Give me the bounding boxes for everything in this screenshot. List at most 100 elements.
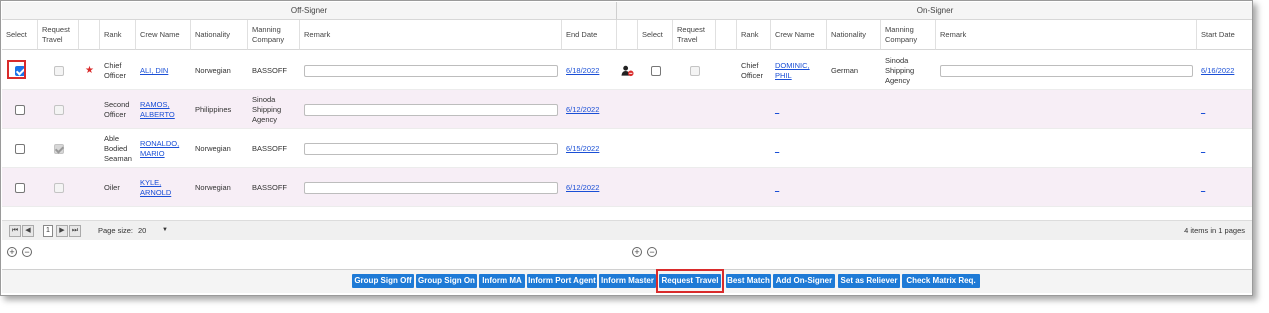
inform-master-button[interactable]: Inform Master xyxy=(599,274,656,288)
request-travel-checkbox xyxy=(53,104,64,115)
col-nationality-off[interactable]: Nationality xyxy=(191,20,248,50)
prev-page-button[interactable]: ◀ xyxy=(22,225,34,237)
rank-cell: Second Officer xyxy=(104,99,130,119)
select-checkbox[interactable] xyxy=(15,182,25,193)
manning-company-cell: Sinoda Shipping Agency xyxy=(252,94,282,124)
start-date-link[interactable]: 6/16/2022 xyxy=(1201,66,1234,76)
crew-name-link[interactable]: RONALDO, MARIO xyxy=(140,139,187,159)
col-remark-off[interactable]: Remark xyxy=(300,20,562,50)
end-date-link[interactable]: 6/15/2022 xyxy=(566,144,599,154)
start-date-link[interactable]: _ xyxy=(1201,183,1205,193)
on-signer-group-header: On-Signer xyxy=(617,2,1252,20)
off-signer-group-header: Off-Signer xyxy=(2,2,617,20)
col-rank-off[interactable]: Rank xyxy=(100,20,136,50)
crew-grid: Off-Signer On-Signer Select Request Trav… xyxy=(2,2,1252,240)
select-checkbox[interactable] xyxy=(15,143,25,154)
on-nationality-cell: German xyxy=(831,65,859,75)
page-size-label: Page size: xyxy=(98,226,134,235)
end-date-link[interactable]: 6/12/2022 xyxy=(566,105,599,115)
nationality-cell: Norwegian xyxy=(195,143,231,153)
manning-company-cell: BASSOFF xyxy=(252,143,288,153)
col-nationality-on[interactable]: Nationality xyxy=(827,20,881,50)
manning-company-cell: BASSOFF xyxy=(252,65,288,75)
plus-circle-icon[interactable]: + xyxy=(7,247,17,257)
request-travel-checkbox xyxy=(53,65,64,76)
remark-input[interactable] xyxy=(304,181,558,194)
on-manning-company-cell: Sinoda Shipping Agency xyxy=(885,55,915,85)
col-crew-name-on[interactable]: Crew Name xyxy=(771,20,827,50)
first-page-button[interactable]: ⏮ xyxy=(9,225,21,237)
col-request-travel-off[interactable]: Request Travel xyxy=(38,20,79,50)
col-select-on[interactable]: Select xyxy=(638,20,673,50)
on-crew-name-link[interactable]: _ xyxy=(775,183,779,193)
table-row: ★ Chief Officer ALI, DIN Norwegian BASSO… xyxy=(2,51,1252,90)
next-page-button[interactable]: ▶ xyxy=(56,225,68,237)
col-flag-off xyxy=(79,20,100,50)
pager-summary: 4 items in 1 pages xyxy=(1184,226,1245,235)
end-date-link[interactable]: 6/18/2022 xyxy=(566,66,599,76)
add-on-signer-button[interactable]: Add On-Signer xyxy=(773,274,835,288)
last-page-button[interactable]: ⏭ xyxy=(69,225,81,237)
red-star-icon: ★ xyxy=(85,64,94,76)
crew-change-panel: Off-Signer On-Signer Select Request Trav… xyxy=(0,0,1253,296)
page-size-value: 20 xyxy=(138,226,147,235)
remark-input[interactable] xyxy=(304,142,558,155)
on-rank-cell: Chief Officer xyxy=(741,60,763,80)
manning-company-cell: BASSOFF xyxy=(252,182,288,192)
nationality-cell: Philippines xyxy=(195,104,232,114)
page-size-select[interactable]: 20 ▼ xyxy=(135,224,171,237)
start-date-link[interactable]: _ xyxy=(1201,144,1205,154)
plus-circle-icon[interactable]: + xyxy=(632,247,642,257)
group-sign-on-button[interactable]: Group Sign On xyxy=(416,274,477,288)
end-date-link[interactable]: 6/12/2022 xyxy=(566,183,599,193)
table-row: Able Bodied Seaman RONALDO, MARIO Norweg… xyxy=(2,129,1252,168)
table-row: Oiler KYLE, ARNOLD Norwegian BASSOFF 6/1… xyxy=(2,168,1252,207)
inform-ma-button[interactable]: Inform MA xyxy=(479,274,525,288)
col-select-off[interactable]: Select xyxy=(2,20,38,50)
on-remark-input[interactable] xyxy=(940,64,1193,77)
rank-cell: Oiler xyxy=(104,182,120,192)
group-sign-off-button[interactable]: Group Sign Off xyxy=(352,274,414,288)
set-as-reliever-button[interactable]: Set as Reliever xyxy=(838,274,900,288)
page-number[interactable]: 1 xyxy=(43,225,53,237)
col-manning-company-off[interactable]: Manning Company xyxy=(248,20,300,50)
crew-name-link[interactable]: KYLE, ARNOLD xyxy=(140,178,187,198)
minus-circle-icon[interactable]: − xyxy=(22,247,32,257)
crew-name-link[interactable]: RAMOS, ALBERTO xyxy=(140,100,187,120)
minus-circle-icon[interactable]: − xyxy=(647,247,657,257)
col-flag-on xyxy=(716,20,737,50)
rank-cell: Able Bodied Seaman xyxy=(104,133,132,163)
request-travel-highlight xyxy=(656,269,724,293)
on-crew-name-link[interactable]: DOMINIC, PHIL xyxy=(775,61,823,81)
start-date-link[interactable]: _ xyxy=(1201,105,1205,115)
on-request-travel-checkbox xyxy=(689,65,700,76)
select-checkbox[interactable] xyxy=(15,104,25,115)
request-travel-checkbox xyxy=(53,182,64,193)
on-crew-name-link[interactable]: _ xyxy=(775,144,779,154)
nationality-cell: Norwegian xyxy=(195,65,231,75)
crew-name-link[interactable]: ALI, DIN xyxy=(140,66,168,76)
rank-cell: Chief Officer xyxy=(104,60,126,80)
best-match-button[interactable]: Best Match xyxy=(726,274,771,288)
request-travel-checkbox xyxy=(53,143,64,154)
check-matrix-req-button[interactable]: Check Matrix Req. xyxy=(902,274,980,288)
col-end-date[interactable]: End Date xyxy=(562,20,617,50)
chevron-down-icon: ▼ xyxy=(162,227,168,233)
select-highlight xyxy=(7,60,26,79)
table-row: Second Officer RAMOS, ALBERTO Philippine… xyxy=(2,90,1252,129)
remark-input[interactable] xyxy=(304,103,558,116)
inform-port-agent-button[interactable]: Inform Port Agent xyxy=(527,274,597,288)
col-rank-on[interactable]: Rank xyxy=(737,20,771,50)
on-crew-name-link[interactable]: _ xyxy=(775,105,779,115)
col-manning-company-on[interactable]: Manning Company xyxy=(881,20,936,50)
col-request-travel-on[interactable]: Request Travel xyxy=(673,20,716,50)
person-remove-icon[interactable] xyxy=(617,51,638,90)
pager: ⏮ ◀ 1 ▶ ⏭ Page size: 20 ▼ 4 items in 1 pa… xyxy=(2,220,1252,240)
col-remark-on[interactable]: Remark xyxy=(936,20,1197,50)
col-action-on xyxy=(617,20,638,50)
remark-input[interactable] xyxy=(304,64,558,77)
nationality-cell: Norwegian xyxy=(195,182,231,192)
col-crew-name-off[interactable]: Crew Name xyxy=(136,20,191,50)
col-start-date[interactable]: Start Date xyxy=(1197,20,1252,50)
on-select-checkbox[interactable] xyxy=(650,65,661,76)
